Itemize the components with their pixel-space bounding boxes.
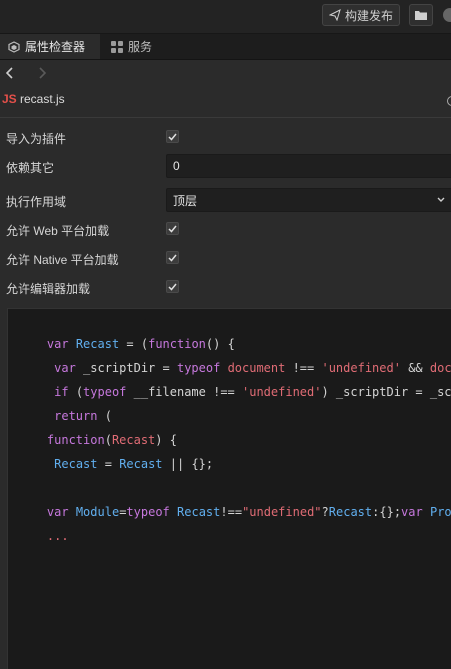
tab-services[interactable]: 服务 <box>103 34 160 59</box>
prop-allow-web: 允许 Web 平台加载 <box>0 216 451 242</box>
code-token: ... <box>46 529 69 543</box>
code-line: Recast = Recast || {}; <box>18 443 213 485</box>
prop-depends-on: 依赖其它 0 <box>0 153 451 179</box>
top-toolbar: 构建发布 <box>0 0 451 34</box>
prop-import-as-plugin: 导入为插件 <box>0 124 451 150</box>
code-token: Recast <box>177 505 221 519</box>
code-token: Recast <box>328 505 373 519</box>
divider <box>0 117 451 118</box>
code-token: :{}; <box>372 505 402 519</box>
code-line: var Module=typeof Recast!=="undefined"?R… <box>18 491 451 533</box>
code-token: || {}; <box>162 457 214 471</box>
code-token: "undefined" <box>242 505 322 519</box>
tab-inspector-label: 属性检查器 <box>25 40 86 54</box>
file-name: recast.js <box>20 92 65 106</box>
back-button[interactable] <box>3 66 17 80</box>
prop-label: 导入为插件 <box>6 132 67 146</box>
allow-native-checkbox[interactable] <box>166 251 179 264</box>
prop-label: 允许 Web 平台加载 <box>6 224 110 238</box>
help-icon[interactable] <box>447 96 451 106</box>
tab-inspector[interactable]: 属性检查器 <box>0 34 100 59</box>
code-token: Recast <box>54 457 98 471</box>
build-publish-label: 构建发布 <box>344 8 393 23</box>
code-preview[interactable]: var Recast = (function() { var _scriptDi… <box>7 308 451 669</box>
forward-button[interactable] <box>35 66 49 80</box>
inspector-icon <box>8 40 20 53</box>
chevron-left-icon <box>6 67 13 79</box>
prop-execution-scope: 执行作用域 顶层 <box>0 187 451 213</box>
chevron-right-icon <box>39 67 46 79</box>
chevron-down-icon <box>437 197 445 202</box>
asset-header: JS recast.js <box>0 88 451 112</box>
allow-editor-checkbox[interactable] <box>166 280 179 293</box>
prop-allow-editor: 允许编辑器加载 <box>0 274 451 300</box>
history-nav <box>0 62 451 84</box>
open-folder-button[interactable] <box>409 4 433 26</box>
allow-web-checkbox[interactable] <box>166 222 179 235</box>
code-token: Promise <box>429 505 451 519</box>
send-icon <box>328 9 341 21</box>
code-token: ? <box>321 505 329 519</box>
checkmark-icon <box>168 283 177 291</box>
tab-services-label: 服务 <box>128 40 153 54</box>
code-token: 'undefined' <box>242 385 322 399</box>
code-line: ... <box>18 515 69 557</box>
execution-scope-value: 顶层 <box>173 193 198 208</box>
panel-tab-bar: 属性检查器 服务 <box>0 34 451 60</box>
execution-scope-select[interactable]: 顶层 <box>166 188 451 212</box>
checkmark-icon <box>168 254 177 262</box>
prop-label: 允许 Native 平台加载 <box>6 253 119 267</box>
prop-allow-native: 允许 Native 平台加载 <box>0 245 451 271</box>
prop-label: 执行作用域 <box>6 195 67 209</box>
code-token: var <box>401 505 423 519</box>
code-token: Recast <box>119 457 163 471</box>
code-token: = <box>97 457 120 471</box>
checkmark-icon <box>168 225 177 233</box>
import-as-plugin-checkbox[interactable] <box>166 130 179 143</box>
code-token: __filename !== <box>126 385 242 399</box>
js-file-icon: JS <box>2 92 17 106</box>
folder-icon <box>415 11 427 20</box>
preview-button[interactable] <box>443 8 451 22</box>
code-token: typeof <box>126 505 170 519</box>
depends-on-input[interactable]: 0 <box>166 154 451 178</box>
code-token: ) _scriptDir = _script <box>321 385 451 399</box>
code-token: Module <box>75 505 120 519</box>
build-publish-button[interactable]: 构建发布 <box>322 4 400 26</box>
code-token: !== <box>220 505 243 519</box>
services-icon <box>111 40 123 53</box>
prop-label: 允许编辑器加载 <box>6 282 91 296</box>
checkmark-icon <box>168 133 177 141</box>
prop-label: 依赖其它 <box>6 161 55 175</box>
